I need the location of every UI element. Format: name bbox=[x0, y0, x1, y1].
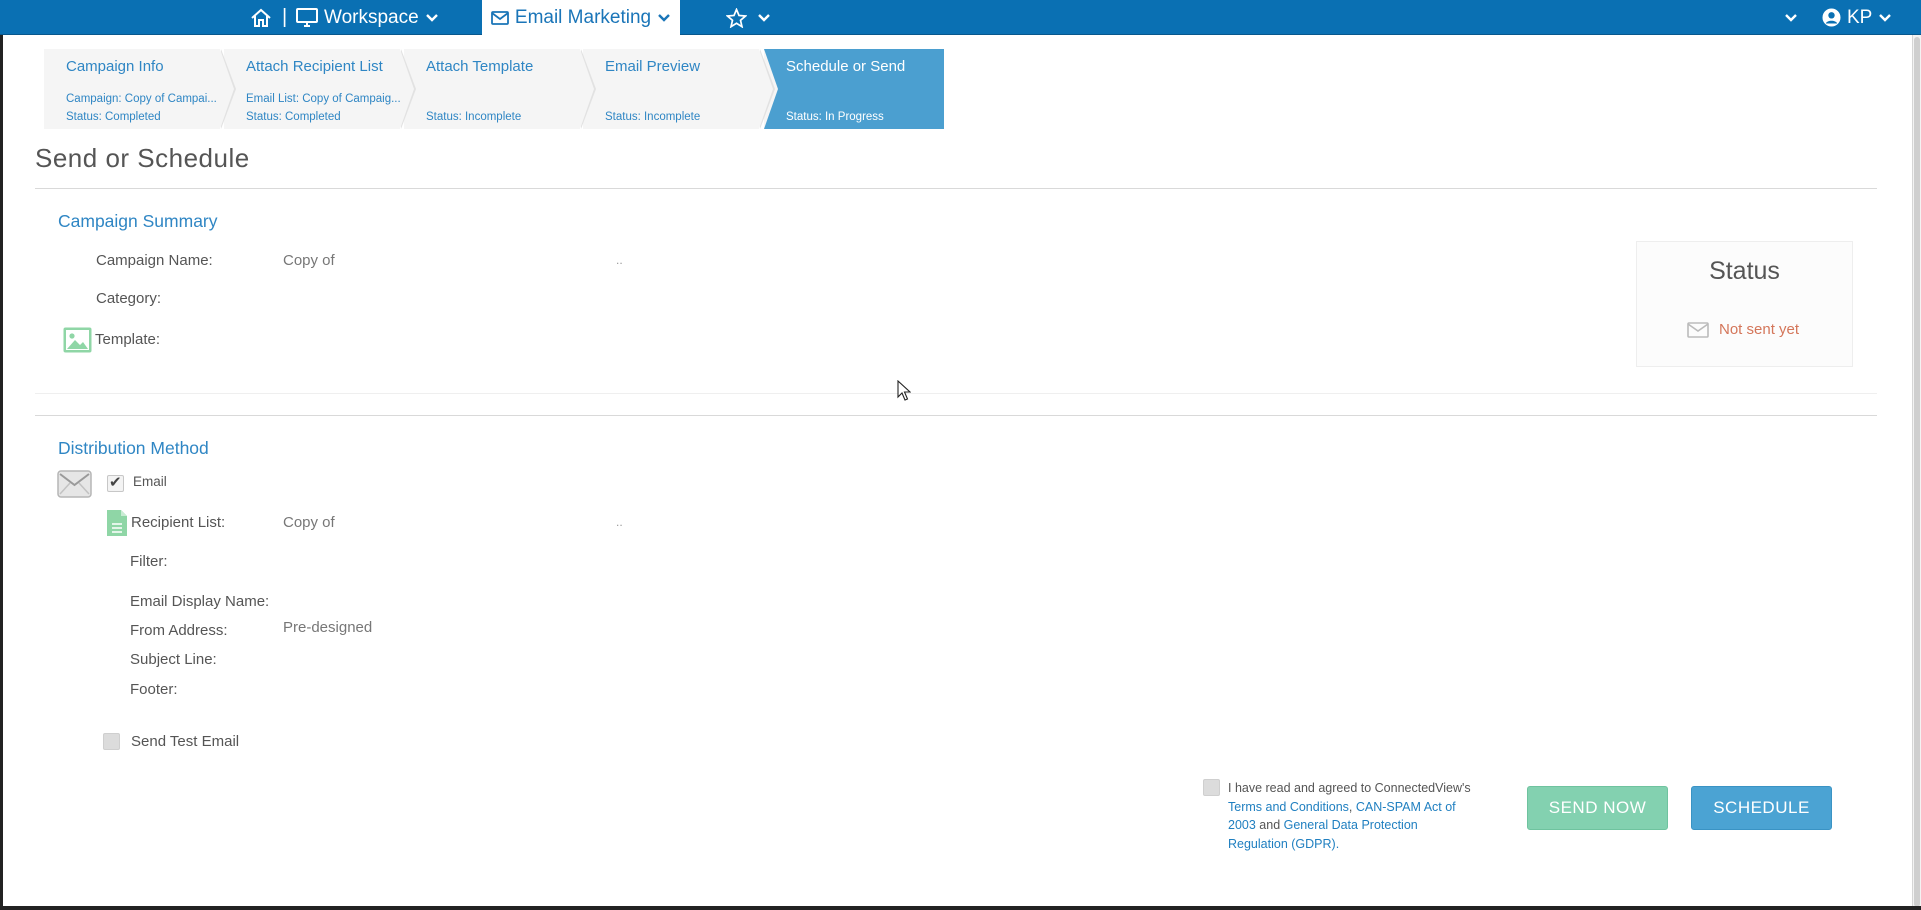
workspace-menu[interactable]: Workspace bbox=[296, 0, 439, 35]
step-detail: Email List: Copy of Campaig... bbox=[246, 93, 401, 105]
notifications-dropdown[interactable] bbox=[1784, 0, 1798, 35]
vertical-scrollbar[interactable] bbox=[1912, 35, 1921, 910]
agreement-and: and bbox=[1255, 818, 1284, 832]
status-text: Not sent yet bbox=[1719, 321, 1800, 338]
campaign-name-value: Copy of bbox=[283, 252, 335, 269]
image-icon bbox=[63, 327, 92, 358]
chevron-down-icon bbox=[758, 13, 770, 22]
from-address-label: From Address: bbox=[130, 622, 228, 639]
favorites-menu[interactable] bbox=[726, 0, 771, 35]
campaign-summary-title: Campaign Summary bbox=[58, 211, 218, 231]
user-initials: KP bbox=[1847, 6, 1873, 28]
campaign-name-label: Campaign Name: bbox=[96, 252, 213, 269]
terms-agreement-checkbox[interactable] bbox=[1203, 779, 1220, 796]
step-status: Status: In Progress bbox=[786, 111, 884, 123]
agreement-period: . bbox=[1335, 836, 1340, 851]
chevron-down-icon bbox=[1879, 13, 1892, 22]
checkmark-icon: ✔ bbox=[109, 474, 122, 491]
agreement-prefix: I have read and agreed to ConnectedView'… bbox=[1228, 781, 1471, 795]
wizard-step-attach-recipient-list[interactable]: Attach Recipient List Email List: Copy o… bbox=[224, 49, 416, 129]
category-label: Category: bbox=[96, 290, 162, 307]
wizard-step-schedule-or-send[interactable]: Schedule or Send Status: In Progress bbox=[764, 49, 944, 129]
workspace-label: Workspace bbox=[324, 6, 419, 28]
step-title: Schedule or Send bbox=[786, 58, 906, 75]
step-detail: Campaign: Copy of Campai... bbox=[66, 93, 217, 105]
email-marketing-menu[interactable]: Email Marketing bbox=[482, 0, 680, 35]
recipient-list-label: Recipient List: bbox=[131, 514, 226, 531]
step-title: Campaign Info bbox=[66, 58, 164, 75]
step-title: Email Preview bbox=[605, 58, 701, 75]
envelope-icon bbox=[1687, 321, 1709, 338]
star-icon bbox=[726, 7, 747, 28]
wizard-step-attach-template[interactable]: Attach Template Status: Incomplete bbox=[404, 49, 596, 129]
mouse-cursor-icon bbox=[897, 379, 912, 407]
divider bbox=[35, 415, 1877, 416]
scrollbar-thumb[interactable] bbox=[1914, 37, 1920, 907]
document-icon bbox=[106, 509, 128, 542]
status-title: Status bbox=[1709, 257, 1780, 285]
footer-label: Footer: bbox=[130, 681, 178, 698]
nav-separator: | bbox=[282, 6, 288, 28]
summary-panel-bottom bbox=[35, 393, 1877, 394]
campaign-wizard-steps: Campaign Info Campaign: Copy of Campai..… bbox=[44, 49, 944, 129]
home-icon bbox=[251, 8, 271, 27]
terms-agreement-text: I have read and agreed to ConnectedView'… bbox=[1228, 779, 1478, 853]
home-button[interactable] bbox=[250, 0, 272, 35]
top-navigation-bar: | Workspace Email Marketing KP bbox=[0, 0, 1921, 35]
step-status: Status: Incomplete bbox=[426, 111, 522, 123]
step-title: Attach Recipient List bbox=[246, 58, 383, 75]
email-marketing-label: Email Marketing bbox=[514, 6, 652, 28]
send-test-email-checkbox[interactable] bbox=[103, 733, 120, 750]
email-display-name-label: Email Display Name: bbox=[130, 593, 270, 610]
step-title: Attach Template bbox=[426, 58, 534, 75]
user-avatar-icon bbox=[1822, 8, 1841, 27]
window-border-bottom bbox=[0, 906, 1921, 910]
filter-label: Filter: bbox=[130, 553, 168, 570]
chevron-down-icon bbox=[658, 13, 670, 22]
recipient-list-value: Copy of bbox=[283, 514, 335, 531]
step-status: Status: Completed bbox=[66, 111, 161, 123]
campaign-name-truncation: .. bbox=[616, 253, 623, 267]
email-checkbox-label: Email bbox=[133, 474, 167, 489]
from-address-value: Pre-designed bbox=[283, 619, 373, 636]
template-label: Template: bbox=[95, 331, 161, 348]
wizard-step-email-preview[interactable]: Email Preview Status: Incomplete bbox=[583, 49, 775, 129]
user-menu[interactable]: KP bbox=[1822, 0, 1892, 35]
window-border-left bbox=[0, 35, 3, 910]
email-checkbox[interactable]: ✔ bbox=[107, 474, 124, 492]
terms-and-conditions-link[interactable]: Terms and Conditions bbox=[1228, 800, 1349, 814]
envelope-icon bbox=[490, 10, 509, 25]
send-now-button[interactable]: SEND NOW bbox=[1527, 786, 1668, 830]
step-status: Status: Incomplete bbox=[605, 111, 701, 123]
divider bbox=[35, 188, 1877, 189]
send-test-email-label: Send Test Email bbox=[131, 733, 240, 750]
status-card: Status Not sent yet bbox=[1636, 241, 1853, 367]
chevron-down-icon bbox=[1785, 13, 1797, 22]
monitor-icon bbox=[296, 8, 318, 27]
step-status: Status: Completed bbox=[246, 111, 341, 123]
recipient-list-truncation: .. bbox=[616, 515, 623, 529]
chevron-down-icon bbox=[425, 13, 438, 22]
subject-line-label: Subject Line: bbox=[130, 651, 217, 668]
distribution-method-title: Distribution Method bbox=[58, 438, 209, 458]
wizard-step-campaign-info[interactable]: Campaign Info Campaign: Copy of Campai..… bbox=[44, 49, 236, 129]
email-method-icon bbox=[57, 470, 92, 503]
agreement-comma: , bbox=[1348, 799, 1356, 814]
page-title: Send or Schedule bbox=[35, 143, 250, 173]
schedule-button[interactable]: SCHEDULE bbox=[1691, 786, 1832, 830]
